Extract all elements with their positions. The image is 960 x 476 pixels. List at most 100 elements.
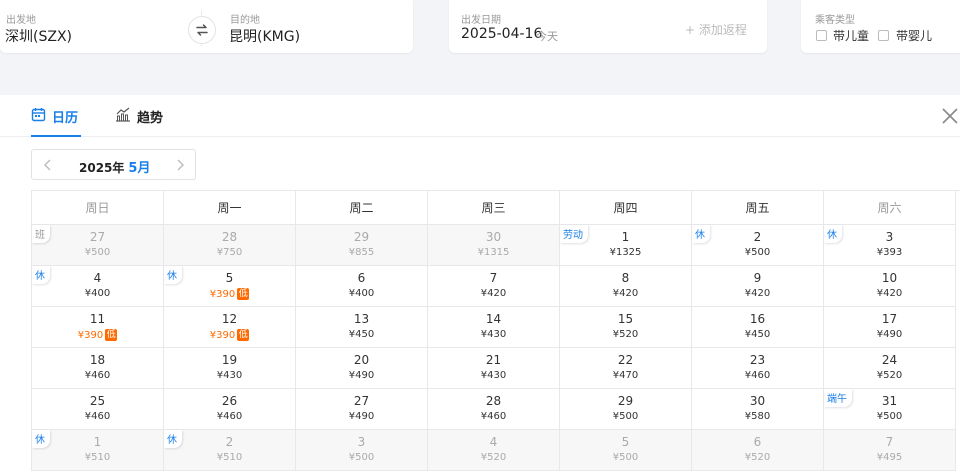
prev-month-icon[interactable] [41, 158, 55, 172]
date-price: ¥430 [428, 370, 559, 381]
date-price: ¥460 [428, 411, 559, 422]
date-cell[interactable]: 劳动 1 ¥1325 [560, 225, 692, 266]
date-cell[interactable]: 29 ¥855 [296, 225, 428, 266]
calendar-weeks: 班 27 ¥500 28 ¥750 29 ¥855 30 ¥1315 劳动 1 ¥1325 休 2 ¥500… [32, 225, 960, 471]
date-cell[interactable]: 17 ¥490 [824, 307, 956, 348]
tab-calendar[interactable]: 日历 [31, 107, 81, 137]
from-label: 出发地 [6, 15, 36, 26]
week-row: 休 1 ¥510 休 2 ¥510 3 ¥500 4 ¥520 5 ¥500 6 ¥520 7 ¥495 [32, 430, 960, 471]
date-price: ¥1315 [428, 247, 559, 258]
price-value: ¥495 [876, 452, 903, 463]
date-price: ¥460 [692, 370, 823, 381]
date-cell[interactable]: 13 ¥450 [296, 307, 428, 348]
next-month-icon[interactable] [173, 158, 187, 172]
date-cell[interactable]: 30 ¥1315 [428, 225, 560, 266]
weekday-header-cell: 周四 [560, 191, 692, 225]
date-cell[interactable]: 6 ¥520 [692, 430, 824, 471]
date-cell[interactable]: 休 2 ¥510 [164, 430, 296, 471]
date-cell[interactable]: 21 ¥430 [428, 348, 560, 389]
date-cell[interactable]: 16 ¥450 [692, 307, 824, 348]
date-cell[interactable]: 7 ¥420 [428, 266, 560, 307]
price-value: ¥430 [216, 370, 243, 381]
date-number: 15 [617, 312, 634, 326]
date-cell[interactable]: 18 ¥460 [32, 348, 164, 389]
date-cell[interactable]: 4 ¥520 [428, 430, 560, 471]
to-label: 目的地 [230, 15, 260, 26]
date-number: 2 [225, 435, 234, 449]
date-price: ¥390 低 [164, 329, 295, 341]
date-cell[interactable]: 27 ¥490 [296, 389, 428, 430]
date-number: 30 [485, 230, 502, 244]
date-price: ¥460 [32, 370, 163, 381]
tab-trend[interactable]: 趋势 [115, 107, 163, 137]
date-number: 29 [353, 230, 370, 244]
price-value: ¥500 [348, 452, 375, 463]
date-cell[interactable]: 端午 31 ¥500 [824, 389, 956, 430]
date-cell[interactable]: 休 4 ¥400 [32, 266, 164, 307]
date-cell[interactable]: 20 ¥490 [296, 348, 428, 389]
date-number: 1 [621, 230, 630, 244]
date-cell[interactable]: 23 ¥460 [692, 348, 824, 389]
date-number: 26 [221, 394, 238, 408]
date-cell[interactable]: 3 ¥500 [296, 430, 428, 471]
date-cell[interactable]: 7 ¥495 [824, 430, 956, 471]
date-cell[interactable]: 5 ¥500 [560, 430, 692, 471]
passenger-type-label: 乘客类型 [815, 15, 855, 26]
date-cell[interactable]: 26 ¥460 [164, 389, 296, 430]
price-value: ¥420 [612, 288, 639, 299]
date-number: 14 [485, 312, 502, 326]
price-value: ¥490 [348, 370, 375, 381]
date-number: 10 [881, 271, 898, 285]
price-value: ¥510 [216, 452, 243, 463]
date-cell[interactable]: 休 5 ¥390 低 [164, 266, 296, 307]
date-price: ¥855 [296, 247, 427, 258]
date-number: 29 [617, 394, 634, 408]
date-price: ¥500 [560, 452, 691, 463]
date-cell[interactable]: 29 ¥500 [560, 389, 692, 430]
swap-cities-button[interactable] [188, 16, 216, 44]
date-cell[interactable]: 班 27 ¥500 [32, 225, 164, 266]
date-cell[interactable]: 休 1 ¥510 [32, 430, 164, 471]
date-cell[interactable]: 10 ¥420 [824, 266, 956, 307]
date-cell[interactable]: 11 ¥390 低 [32, 307, 164, 348]
date-cell[interactable]: 6 ¥400 [296, 266, 428, 307]
date-price: ¥393 [824, 247, 955, 258]
date-cell[interactable]: 8 ¥420 [560, 266, 692, 307]
low-price-badge: 低 [237, 288, 250, 300]
calendar-grid: 周日 周一 周二 周三 周四 周五 周六 班 27 ¥500 28 ¥750 29 ¥855 30 ¥131… [31, 190, 960, 471]
date-cell[interactable]: 19 ¥430 [164, 348, 296, 389]
date-number: 2 [753, 230, 762, 244]
date-cell[interactable]: 28 ¥750 [164, 225, 296, 266]
date-cell[interactable]: 12 ¥390 低 [164, 307, 296, 348]
price-value: ¥580 [744, 411, 771, 422]
price-value: ¥520 [744, 452, 771, 463]
close-icon[interactable] [941, 107, 959, 125]
price-value: ¥1325 [609, 247, 642, 258]
date-cell[interactable]: 30 ¥580 [692, 389, 824, 430]
with-infant-label[interactable]: 带婴儿 [896, 27, 932, 44]
price-value: ¥400 [84, 288, 111, 299]
date-cell[interactable]: 28 ¥460 [428, 389, 560, 430]
date-cell[interactable]: 休 2 ¥500 [692, 225, 824, 266]
date-cell[interactable]: 15 ¥520 [560, 307, 692, 348]
with-infant-checkbox[interactable] [878, 30, 889, 41]
with-child-label[interactable]: 带儿童 [833, 27, 869, 44]
price-value: ¥520 [480, 452, 507, 463]
date-cell[interactable]: 休 3 ¥393 [824, 225, 956, 266]
date-cell[interactable]: 9 ¥420 [692, 266, 824, 307]
date-cell[interactable]: 14 ¥430 [428, 307, 560, 348]
date-cell[interactable]: 24 ¥520 [824, 348, 956, 389]
week-row: 25 ¥460 26 ¥460 27 ¥490 28 ¥460 29 ¥500 30 ¥580 端午 31… [32, 389, 960, 430]
date-price: ¥420 [560, 288, 691, 299]
price-value: ¥520 [876, 370, 903, 381]
with-child-checkbox[interactable] [816, 30, 827, 41]
date-number: 20 [353, 353, 370, 367]
date-price: ¥450 [296, 329, 427, 340]
view-tabs: 日历 趋势 [0, 95, 960, 137]
date-number: 27 [353, 394, 370, 408]
date-number: 19 [221, 353, 238, 367]
date-cell[interactable]: 22 ¥470 [560, 348, 692, 389]
date-price: ¥420 [428, 288, 559, 299]
date-cell[interactable]: 25 ¥460 [32, 389, 164, 430]
add-return-button[interactable]: + 添加返程 [685, 21, 747, 38]
